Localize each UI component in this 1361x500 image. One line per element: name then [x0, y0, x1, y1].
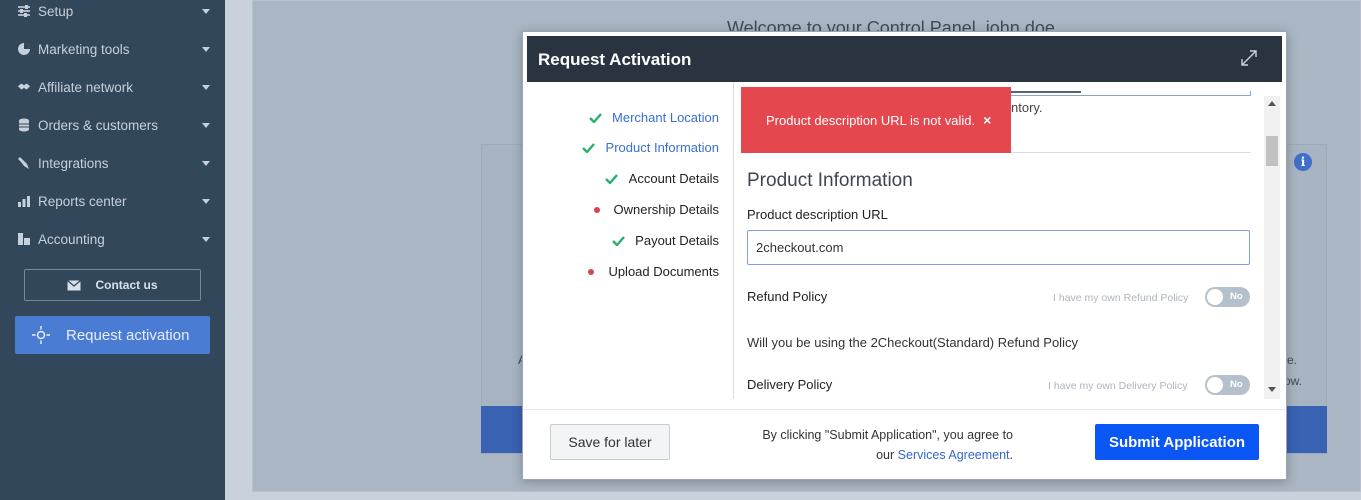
- error-toast: Product description URL is not valid. ×: [741, 87, 1011, 153]
- sidebar-item-integrations[interactable]: Integrations: [0, 144, 225, 182]
- handshake-icon: [17, 80, 31, 94]
- refund-question: Will you be using the 2Checkout(Standard…: [747, 335, 1078, 350]
- checkmark-icon: [611, 235, 625, 246]
- toggle-knob: [1207, 289, 1223, 305]
- info-icon[interactable]: i: [1294, 153, 1312, 171]
- toast-message: Product description URL is not valid.: [766, 112, 976, 128]
- step-product-information[interactable]: Product Information: [582, 140, 719, 155]
- product-url-input[interactable]: [747, 230, 1250, 265]
- scroll-thumb[interactable]: [1266, 136, 1278, 166]
- scroll-up-icon[interactable]: [1268, 101, 1276, 106]
- chevron-down-icon: [201, 158, 211, 168]
- sidebar-item-affiliate-network[interactable]: Affiliate network: [0, 68, 225, 106]
- pie-chart-icon: [17, 42, 31, 56]
- sliders-icon: [17, 4, 31, 18]
- toggle-knob: [1207, 377, 1223, 393]
- sidebar: Setup Marketing tools Affiliate network …: [0, 0, 225, 500]
- close-icon[interactable]: ×: [983, 112, 991, 128]
- expand-icon[interactable]: [1240, 49, 1258, 67]
- step-label: Payout Details: [635, 233, 719, 248]
- delivery-policy-label: Delivery Policy: [747, 377, 833, 392]
- sidebar-item-setup[interactable]: Setup: [0, 0, 225, 30]
- checkmark-icon: [605, 173, 619, 184]
- sidebar-item-label: Accounting: [38, 231, 105, 247]
- previous-field-text: ntory.: [1011, 100, 1043, 115]
- delivery-policy-hint: I have my own Delivery Policy: [1048, 380, 1188, 392]
- chevron-down-icon: [201, 234, 211, 244]
- delivery-policy-toggle[interactable]: No: [1205, 375, 1250, 395]
- step-label: Upload Documents: [608, 264, 719, 279]
- save-for-later-button[interactable]: Save for later: [550, 424, 670, 460]
- scroll-down-icon[interactable]: [1268, 387, 1276, 392]
- steps-list: Merchant Location Product Information Ac…: [523, 82, 733, 402]
- agreement-line-2: our Services Agreement.: [735, 445, 1013, 465]
- sparkle-icon: [32, 326, 50, 344]
- checkmark-icon: [582, 142, 596, 153]
- sidebar-item-orders-customers[interactable]: Orders & customers: [0, 106, 225, 144]
- database-icon: [17, 118, 31, 132]
- submit-application-button[interactable]: Submit Application: [1095, 424, 1259, 460]
- chevron-down-icon: [201, 44, 211, 54]
- bar-chart-icon: [17, 194, 31, 208]
- contact-us-label: Contact us: [95, 278, 158, 292]
- modal-title: Request Activation: [538, 50, 692, 69]
- request-activation-label: Request activation: [66, 326, 190, 344]
- toggle-text: No: [1230, 291, 1243, 302]
- sidebar-item-accounting[interactable]: Accounting: [0, 220, 225, 258]
- step-label: Ownership Details: [613, 202, 720, 217]
- url-label: Product description URL: [747, 207, 888, 222]
- footer-divider: [523, 409, 1286, 410]
- calculator-icon: [17, 232, 31, 246]
- step-account-details[interactable]: Account Details: [605, 171, 719, 186]
- sidebar-item-reports-center[interactable]: Reports center: [0, 182, 225, 220]
- sidebar-item-label: Marketing tools: [38, 41, 130, 57]
- step-label: Account Details: [628, 171, 719, 186]
- sidebar-item-marketing-tools[interactable]: Marketing tools: [0, 30, 225, 68]
- incomplete-dot-icon: [584, 268, 598, 275]
- sidebar-item-label: Setup: [38, 3, 74, 19]
- step-payout-details[interactable]: Payout Details: [611, 233, 719, 248]
- request-activation-button[interactable]: Request activation: [15, 316, 210, 354]
- modal-header: Request Activation: [527, 36, 1282, 82]
- agreement-prefix: our: [876, 448, 895, 462]
- step-merchant-location[interactable]: Merchant Location: [588, 110, 719, 125]
- refund-policy-hint: I have my own Refund Policy: [1053, 292, 1189, 304]
- step-upload-documents[interactable]: Upload Documents: [584, 264, 719, 279]
- sidebar-item-label: Orders & customers: [38, 117, 159, 133]
- step-label: Merchant Location: [612, 110, 719, 125]
- content-scrollbar[interactable]: [1264, 96, 1280, 399]
- previous-field-value: [1011, 91, 1081, 93]
- background-text: e.: [1287, 353, 1298, 367]
- services-agreement-link[interactable]: Services Agreement: [898, 448, 1010, 462]
- refund-policy-toggle[interactable]: No: [1205, 287, 1250, 307]
- section-title: Product Information: [747, 170, 913, 191]
- plug-icon: [17, 156, 31, 170]
- checkmark-icon: [588, 112, 602, 123]
- refund-policy-label: Refund Policy: [747, 289, 828, 304]
- envelope-icon: [67, 279, 82, 291]
- chevron-down-icon: [201, 82, 211, 92]
- step-ownership-details[interactable]: Ownership Details: [590, 202, 720, 217]
- chevron-down-icon: [201, 120, 211, 130]
- agreement-text: By clicking "Submit Application", you ag…: [735, 425, 1013, 465]
- agreement-suffix: .: [1009, 448, 1013, 462]
- step-label: Product Information: [605, 140, 719, 155]
- agreement-line-1: By clicking "Submit Application", you ag…: [762, 428, 1013, 442]
- toggle-text: No: [1230, 379, 1243, 390]
- chevron-down-icon: [201, 6, 211, 16]
- contact-us-button[interactable]: Contact us: [24, 269, 201, 301]
- sidebar-item-label: Integrations: [38, 155, 109, 171]
- incomplete-dot-icon: [590, 206, 604, 213]
- sidebar-item-label: Reports center: [38, 193, 127, 209]
- steps-divider: [733, 82, 734, 399]
- sidebar-item-label: Affiliate network: [38, 79, 134, 95]
- chevron-down-icon: [201, 196, 211, 206]
